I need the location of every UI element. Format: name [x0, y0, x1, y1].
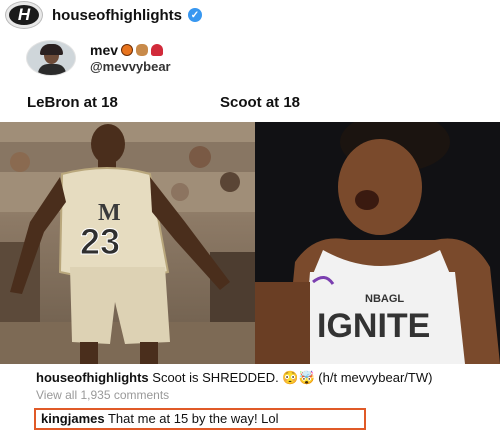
lebron-photo-art: M 23	[0, 122, 255, 364]
basketball-emoji-icon	[121, 44, 134, 56]
teddy-bear-emoji-icon	[136, 44, 149, 56]
view-all-comments-link[interactable]: View all 1,935 comments	[36, 388, 470, 402]
left-jersey-number: 23	[80, 221, 120, 262]
comment-author[interactable]: kingjames	[41, 411, 105, 426]
highlighted-comment: kingjames That me at 15 by the way! Lol	[34, 408, 366, 430]
right-jersey-league: NBAGL	[365, 293, 404, 305]
house-of-highlights-logo[interactable]: H	[6, 2, 42, 28]
verified-check-icon: ✓	[187, 8, 202, 22]
tweet-author-label: mev	[90, 42, 119, 58]
tweet-handle: @mevvybear	[90, 59, 171, 74]
avatar	[26, 40, 76, 76]
caption-overlay: houseofhighlights Scoot is SHREDDED. 😳🤯 …	[0, 364, 500, 440]
rose-emoji-icon	[151, 44, 164, 56]
label-scoot: Scoot at 18	[220, 94, 301, 111]
caption-text: Scoot is SHREDDED. 😳🤯 (h/t mevvybear/TW)	[152, 370, 433, 385]
label-lebron: LeBron at 18	[27, 94, 118, 111]
account-name[interactable]: houseofhighlights	[52, 7, 182, 24]
post-card: H houseofhighlights ✓ mev @mevvybear LeB…	[0, 0, 500, 440]
post-header: H houseofhighlights ✓	[0, 0, 500, 30]
lebron-photo: M 23	[0, 122, 255, 364]
tweet-author-name: mev	[90, 42, 164, 58]
comment-text: That me at 15 by the way! Lol	[107, 411, 279, 426]
scoot-photo: NBAGL IGNITE	[255, 122, 500, 364]
caption-line: houseofhighlights Scoot is SHREDDED. 😳🤯 …	[36, 370, 470, 386]
logo-letter: H	[17, 5, 31, 24]
right-jersey-team: IGNITE	[317, 307, 430, 345]
tweet-screenshot: mev @mevvybear LeBron at 18 Scoot at 18	[0, 30, 500, 122]
caption-author[interactable]: houseofhighlights	[36, 370, 149, 385]
scoot-photo-art: NBAGL IGNITE	[255, 122, 500, 364]
